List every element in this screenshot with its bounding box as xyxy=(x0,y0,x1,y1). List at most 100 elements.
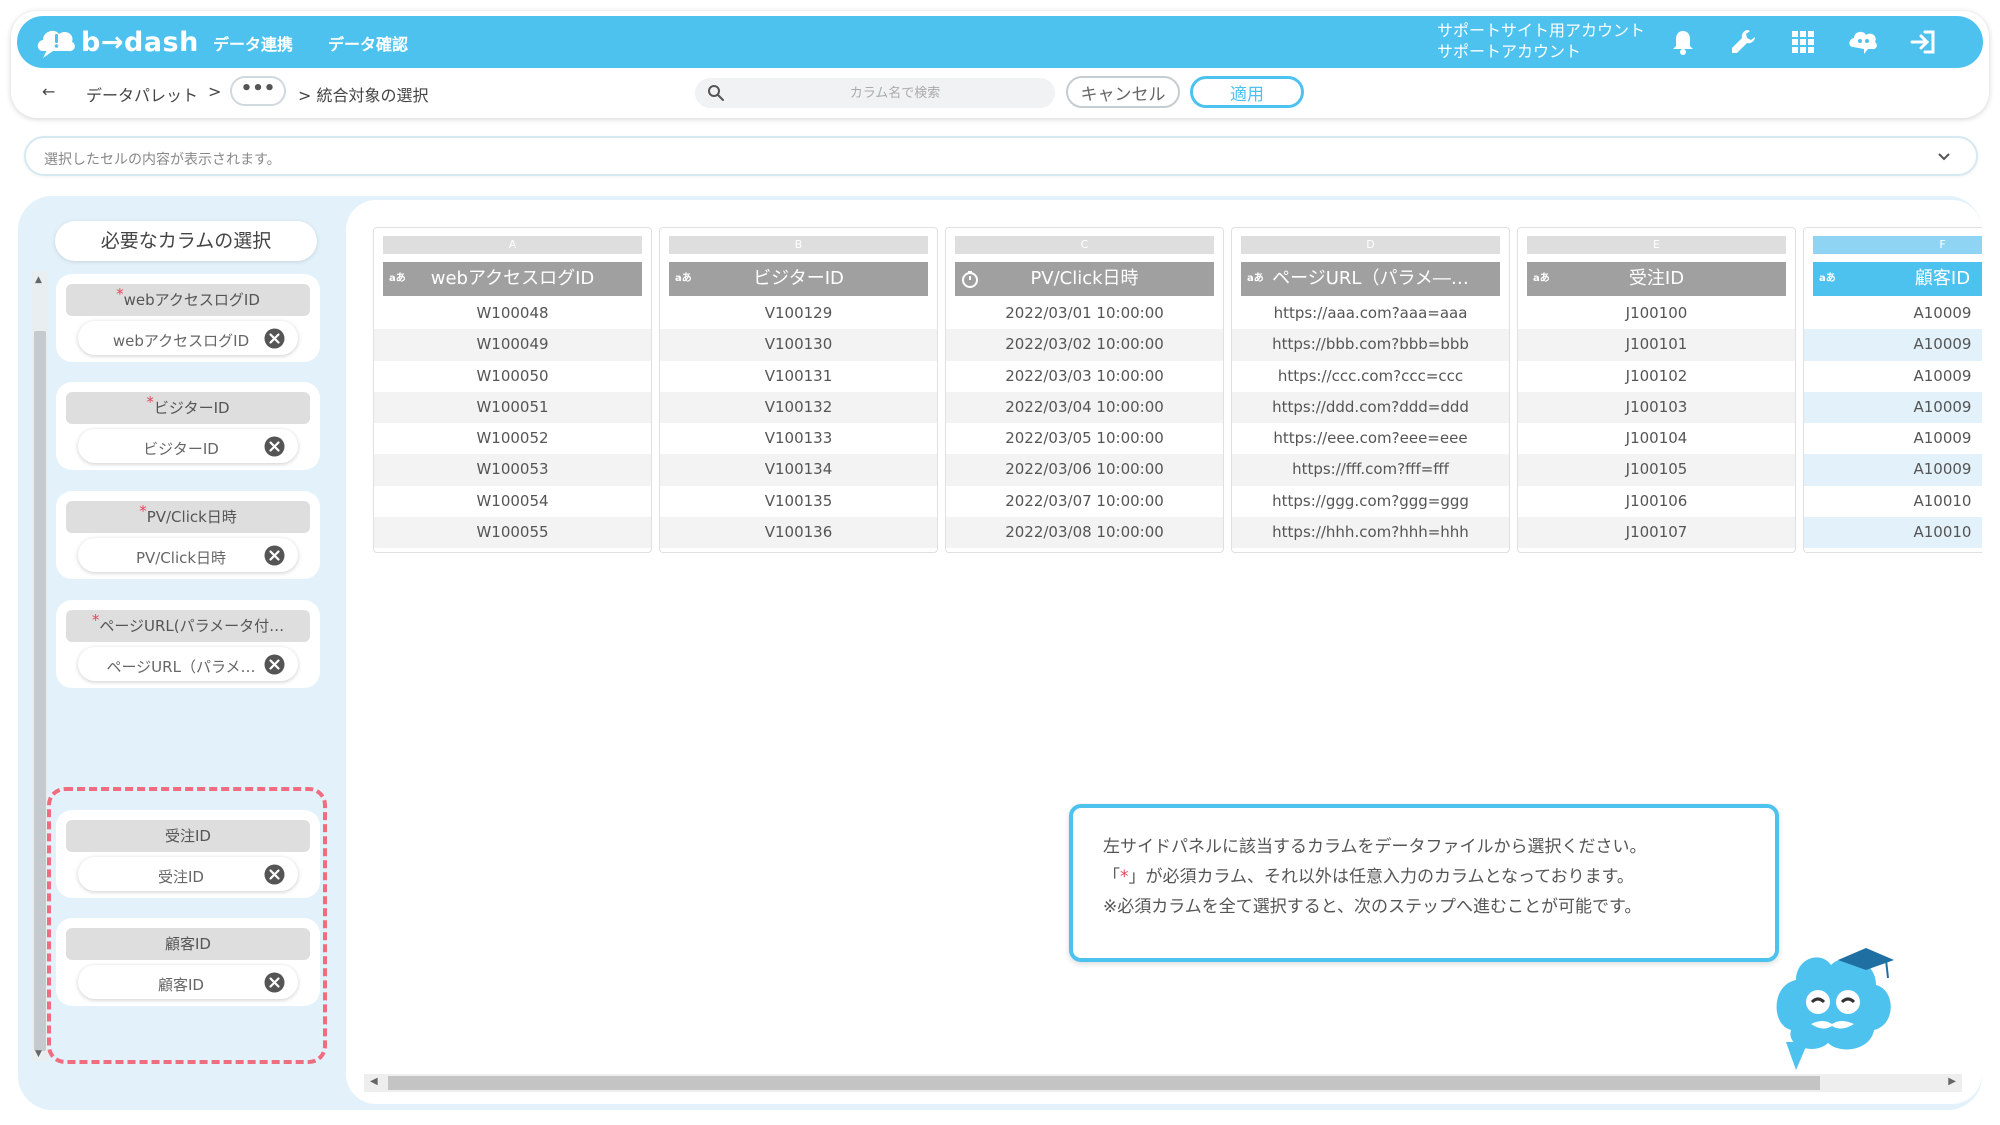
scroll-left-icon[interactable]: ◀ xyxy=(370,1076,378,1087)
table-cell[interactable]: W100051 xyxy=(374,391,651,424)
remove-icon[interactable] xyxy=(264,654,285,675)
table-cell[interactable]: J100105 xyxy=(1518,454,1795,486)
selected-column-chip[interactable]: PV/Click日時 xyxy=(78,538,298,572)
logout-icon[interactable] xyxy=(1905,24,1941,60)
column-header[interactable]: aあ 受注ID xyxy=(1527,262,1786,296)
table-cell[interactable]: 2022/03/06 10:00:00 xyxy=(946,454,1223,486)
table-cell[interactable]: A10009 xyxy=(1804,298,1982,329)
column-header[interactable]: aあ webアクセスログID xyxy=(383,262,642,296)
table-cell[interactable]: https://aaa.com?aaa=aaa xyxy=(1232,298,1509,329)
table-cell[interactable]: V100133 xyxy=(660,423,937,454)
table-cell[interactable]: W100054 xyxy=(374,486,651,517)
sidebar-scrollbar[interactable]: ▲ ▼ xyxy=(32,271,48,1061)
selected-column-chip[interactable]: ページURL（パラメ… xyxy=(78,647,298,681)
table-cell[interactable]: J100104 xyxy=(1518,423,1795,454)
table-cell[interactable]: A10009 xyxy=(1804,391,1982,424)
cell-content-bar[interactable]: 選択したセルの内容が表示されます。 xyxy=(24,136,1978,176)
logo[interactable]: b→dash xyxy=(35,23,199,61)
column-header[interactable]: PV/Click日時 xyxy=(955,262,1214,296)
cancel-button[interactable]: キャンセル xyxy=(1066,76,1180,108)
scroll-up-icon[interactable]: ▲ xyxy=(35,275,42,285)
nav-data-integration[interactable]: データ連携 xyxy=(213,31,293,55)
table-cell[interactable]: V100136 xyxy=(660,517,937,549)
table-cell[interactable]: https://hhh.com?hhh=hhh xyxy=(1232,517,1509,549)
table-cell[interactable]: W100055 xyxy=(374,517,651,549)
table-cell[interactable]: W100050 xyxy=(374,361,651,392)
table-cell[interactable]: 2022/03/08 10:00:00 xyxy=(946,517,1223,549)
table-cell[interactable]: https://eee.com?eee=eee xyxy=(1232,423,1509,454)
table-cell[interactable]: 2022/03/04 10:00:00 xyxy=(946,391,1223,424)
table-cell[interactable]: W100052 xyxy=(374,423,651,454)
table-cell[interactable]: W100053 xyxy=(374,454,651,486)
table-cell[interactable]: https://ddd.com?ddd=ddd xyxy=(1232,391,1509,424)
table-cell[interactable]: V100132 xyxy=(660,391,937,424)
table-column[interactable]: Faあ 顧客ID A10009 A10009 A10009 A10009 A10009 A10… xyxy=(1803,227,1982,553)
column-search[interactable] xyxy=(695,78,1055,108)
table-cell[interactable]: A10010 xyxy=(1804,517,1982,549)
selected-column-chip[interactable]: webアクセスログID xyxy=(78,321,298,355)
table-cell[interactable]: https://ggg.com?ggg=ggg xyxy=(1232,486,1509,517)
table-column[interactable]: C PV/Click日時 2022/03/01 10:00:00 2022/03/02… xyxy=(945,227,1224,553)
table-cell[interactable]: 2022/03/02 10:00:00 xyxy=(946,329,1223,361)
table-cell[interactable]: 2022/03/05 10:00:00 xyxy=(946,423,1223,454)
table-scroll-thumb[interactable] xyxy=(388,1076,1820,1090)
table-cell[interactable]: A10009 xyxy=(1804,361,1982,392)
table-cell[interactable]: W100049 xyxy=(374,329,651,361)
table-cell[interactable]: https://ccc.com?ccc=ccc xyxy=(1232,361,1509,392)
bell-icon[interactable] xyxy=(1665,24,1701,60)
wrench-icon[interactable] xyxy=(1725,24,1761,60)
column-header[interactable]: aあ ページURL（パラメ―… xyxy=(1241,262,1500,296)
back-arrow-icon[interactable]: ← xyxy=(42,82,55,101)
table-cell[interactable]: J100103 xyxy=(1518,391,1795,424)
apply-button[interactable]: 適用 xyxy=(1190,76,1304,108)
account-info[interactable]: サポートサイト用アカウント サポートアカウント xyxy=(1437,20,1645,62)
table-cell[interactable]: V100130 xyxy=(660,329,937,361)
table-cell[interactable]: V100131 xyxy=(660,361,937,392)
table-cell[interactable]: 2022/03/03 10:00:00 xyxy=(946,361,1223,392)
table-cell[interactable]: 2022/03/07 10:00:00 xyxy=(946,486,1223,517)
column-header-name: 受注ID xyxy=(1628,268,1685,289)
chat-mascot-icon[interactable] xyxy=(1845,24,1881,60)
account-line2: サポートアカウント xyxy=(1437,42,1582,61)
grid-icon[interactable] xyxy=(1785,24,1821,60)
nav-data-check[interactable]: データ確認 xyxy=(328,31,408,55)
scroll-down-icon[interactable]: ▼ xyxy=(35,1049,42,1059)
column-header-name: webアクセスログID xyxy=(430,268,595,289)
required-mark: * xyxy=(116,285,124,303)
column-letter: C xyxy=(955,236,1214,254)
selected-column-chip[interactable]: ビジターID xyxy=(78,429,298,463)
table-cell[interactable]: https://bbb.com?bbb=bbb xyxy=(1232,329,1509,361)
column-header[interactable]: aあ ビジターID xyxy=(669,262,928,296)
column-header[interactable]: aあ 顧客ID xyxy=(1813,262,1982,296)
table-cell[interactable]: J100100 xyxy=(1518,298,1795,329)
table-cell[interactable]: A10009 xyxy=(1804,329,1982,361)
table-cell[interactable]: J100107 xyxy=(1518,517,1795,549)
table-cell[interactable]: A10010 xyxy=(1804,486,1982,517)
table-cell[interactable]: V100134 xyxy=(660,454,937,486)
table-cell[interactable]: V100135 xyxy=(660,486,937,517)
breadcrumb-more-button[interactable]: ••• xyxy=(230,76,286,106)
chevron-down-icon[interactable] xyxy=(1934,146,1954,166)
table-cell[interactable]: J100106 xyxy=(1518,486,1795,517)
table-column[interactable]: Daあ ページURL（パラメ―… https://aaa.com?aaa=aaa ht… xyxy=(1231,227,1510,553)
remove-icon[interactable] xyxy=(264,328,285,349)
table-cell[interactable]: A10009 xyxy=(1804,423,1982,454)
table-cell[interactable]: W100048 xyxy=(374,298,651,329)
table-column[interactable]: Aaあ webアクセスログID W100048 W100049 W100050 W1000… xyxy=(373,227,652,553)
column-card: *ページURL(パラメータ付… ページURL（パラメ… xyxy=(56,600,320,688)
table-cell[interactable]: 2022/03/01 10:00:00 xyxy=(946,298,1223,329)
table-horizontal-scrollbar[interactable]: ◀ ▶ xyxy=(364,1074,1962,1092)
table-column[interactable]: Baあ ビジターID V100129 V100130 V100131 V100132 V10… xyxy=(659,227,938,553)
table-column[interactable]: Eaあ 受注ID J100100 J100101 J100102 J100103 J1001… xyxy=(1517,227,1796,553)
table-cell[interactable]: A10009 xyxy=(1804,454,1982,486)
scroll-right-icon[interactable]: ▶ xyxy=(1948,1076,1956,1087)
remove-icon[interactable] xyxy=(264,436,285,457)
remove-icon[interactable] xyxy=(264,545,285,566)
table-cell[interactable]: V100129 xyxy=(660,298,937,329)
table-cell[interactable]: J100101 xyxy=(1518,329,1795,361)
search-input[interactable] xyxy=(755,78,1035,108)
table-cell[interactable]: J100102 xyxy=(1518,361,1795,392)
breadcrumb-data-palette[interactable]: データパレット xyxy=(86,82,198,106)
table-cell[interactable]: https://fff.com?fff=fff xyxy=(1232,454,1509,486)
sidebar-scroll-thumb[interactable] xyxy=(34,331,46,1051)
